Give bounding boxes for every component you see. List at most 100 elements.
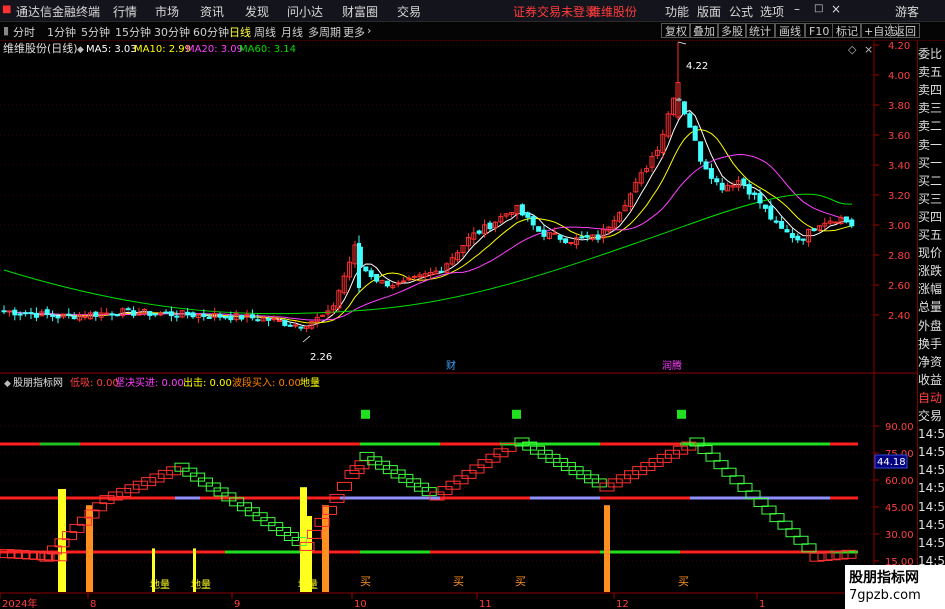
right-panel-item[interactable]: 交易 (918, 407, 945, 426)
right-panel-item[interactable]: 外盘 (918, 317, 945, 336)
right-panel-item[interactable]: 总量 (918, 298, 945, 317)
candle-body (487, 222, 493, 230)
right-panel-item[interactable]: 卖二 (918, 117, 945, 136)
f10-button[interactable]: F10 (805, 23, 834, 38)
price-tick-label: 3.20 (888, 191, 910, 202)
right-panel-item[interactable]: 14:56 (918, 479, 945, 498)
buy-marker: 买 (678, 575, 689, 588)
event-marker-runteng[interactable]: 润腾 (662, 359, 682, 372)
indicator-tick-label: 90.00 (885, 422, 914, 433)
candle-body (266, 317, 272, 321)
right-panel-item[interactable]: 卖三 (918, 99, 945, 118)
indicator-settings-icon[interactable]: ◆ (4, 379, 11, 389)
tab-60min[interactable]: 60分钟 (193, 24, 229, 40)
menu-item-banmian[interactable]: 版面 (697, 3, 721, 20)
tab-15min[interactable]: 15分钟 (115, 24, 151, 40)
candle-body (811, 228, 817, 232)
tab-monthly[interactable]: 月线 (281, 24, 303, 40)
maximize-icon[interactable]: □ (814, 3, 823, 14)
main-price-axis: 4.20 4.00 3.80 3.60 3.40 3.20 3.00 2.80 2.60 2.40 (874, 41, 910, 322)
right-panel-item[interactable]: 委比 (918, 45, 945, 64)
trade-login-notice[interactable]: 证券交易未登录 (513, 3, 597, 20)
menu-item-hangqing[interactable]: 行情 (113, 3, 137, 20)
ma-settings-icon[interactable]: ◆ (77, 45, 84, 55)
draw-line-button[interactable]: 画线 (775, 23, 805, 38)
candle-body (779, 220, 785, 229)
right-panel-item[interactable]: 14:56 (918, 516, 945, 535)
tab-multi-period[interactable]: 多周期 (308, 24, 341, 40)
right-panel-item[interactable]: 买二 (918, 172, 945, 191)
candle-body (752, 192, 758, 196)
menu-item-faxian[interactable]: 发现 (245, 3, 269, 20)
menu-item-gongshi[interactable]: 公式 (729, 3, 753, 20)
tab-30min[interactable]: 30分钟 (154, 24, 190, 40)
right-panel-item[interactable]: 14:56 (918, 498, 945, 517)
menu-item-wenxiaoda[interactable]: 问小达 (287, 3, 323, 20)
step-box (697, 445, 713, 455)
overlay-button[interactable]: 叠加 (689, 23, 719, 38)
right-panel-item[interactable]: 14:56 (918, 461, 945, 480)
statistics-button[interactable]: 统计 (745, 23, 775, 38)
price-tick-label: 3.40 (888, 161, 910, 172)
back-button[interactable]: 返回 (890, 23, 920, 38)
right-panel-item[interactable]: 卖四 (918, 81, 945, 100)
candle-body (541, 229, 547, 237)
right-panel-item[interactable]: 卖五 (918, 63, 945, 82)
tab-daily[interactable]: 日线 (229, 24, 251, 40)
tab-5min[interactable]: 5分钟 (81, 24, 110, 40)
guest-button[interactable]: 游客 (895, 3, 919, 20)
menu-item-jiaoyi[interactable]: 交易 (397, 3, 421, 20)
multi-stock-button[interactable]: 多股 (717, 23, 747, 38)
right-panel-item[interactable]: 现价 (918, 244, 945, 263)
more-chevron-icon[interactable]: › (367, 24, 371, 37)
menu-item-zixun[interactable]: 资讯 (200, 3, 224, 20)
candle-body (23, 312, 29, 315)
svg-text::: : (315, 378, 318, 389)
app-logo-icon: ■ (2, 4, 12, 15)
candle-body (719, 182, 725, 191)
chart-settings-icon[interactable]: ◇ (848, 43, 857, 56)
candle-body (530, 216, 536, 226)
candle-body (584, 235, 590, 238)
fuquan-button[interactable]: 复权 (661, 23, 691, 38)
close-icon[interactable]: × (831, 2, 841, 16)
right-panel-item[interactable]: 买一 (918, 154, 945, 173)
candle-body (784, 229, 790, 233)
right-panel-item[interactable]: 涨幅 (918, 280, 945, 299)
tab-weekly[interactable]: 周线 (254, 24, 276, 40)
right-panel-item[interactable]: 净资 (918, 353, 945, 372)
collapse-icon[interactable]: ▮ (3, 24, 9, 37)
right-panel-item[interactable]: 买三 (918, 190, 945, 209)
right-panel-item[interactable]: 涨跌 (918, 262, 945, 281)
minimize-icon[interactable]: – (794, 2, 800, 16)
chart-area[interactable]: 维维股份(日线) ◆ MA5: 3.03 MA10: 2.99 MA20: 3.… (0, 41, 917, 609)
mark-button[interactable]: 标记 (832, 23, 862, 38)
right-panel-item[interactable]: 自动 (918, 389, 945, 408)
right-panel-item[interactable]: 卖一 (918, 136, 945, 155)
ma5-line (4, 110, 852, 327)
indicator-labels: ◆ 股朋指标网 低吸: 0.00 坚决买进: 0.00 出击: 0.00 波段买… (4, 376, 320, 389)
chart-close-icon[interactable]: × (864, 43, 873, 56)
tab-fenshi[interactable]: 分时 (13, 24, 35, 40)
right-panel-item[interactable]: 换手 (918, 335, 945, 354)
step-box (260, 517, 276, 527)
right-panel-item[interactable]: 买四 (918, 208, 945, 227)
menu-item-caifuquan[interactable]: 财富圈 (342, 3, 378, 20)
event-marker-cai[interactable]: 财 (446, 359, 456, 372)
menu-item-xuanxiang[interactable]: 选项 (760, 3, 784, 20)
candle-body (104, 312, 110, 315)
low-volume-label: 地量 (191, 578, 211, 591)
price-tick-label: 2.80 (888, 251, 910, 262)
candle-body (843, 216, 849, 223)
menu-item-shichang[interactable]: 市场 (155, 3, 179, 20)
step-box (197, 477, 213, 487)
tab-more[interactable]: 更多 (343, 24, 365, 40)
ma20-label: MA20: 3.09 (186, 44, 243, 55)
tab-1min[interactable]: 1分钟 (47, 24, 76, 40)
right-panel-item[interactable]: 14:56 (918, 425, 945, 444)
right-panel-item[interactable]: 买五 (918, 226, 945, 245)
right-panel-item[interactable]: 收益 (918, 371, 945, 390)
right-panel-item[interactable]: 14:56 (918, 534, 945, 553)
right-panel-item[interactable]: 14:56 (918, 443, 945, 462)
menu-item-gongneng[interactable]: 功能 (665, 3, 689, 20)
